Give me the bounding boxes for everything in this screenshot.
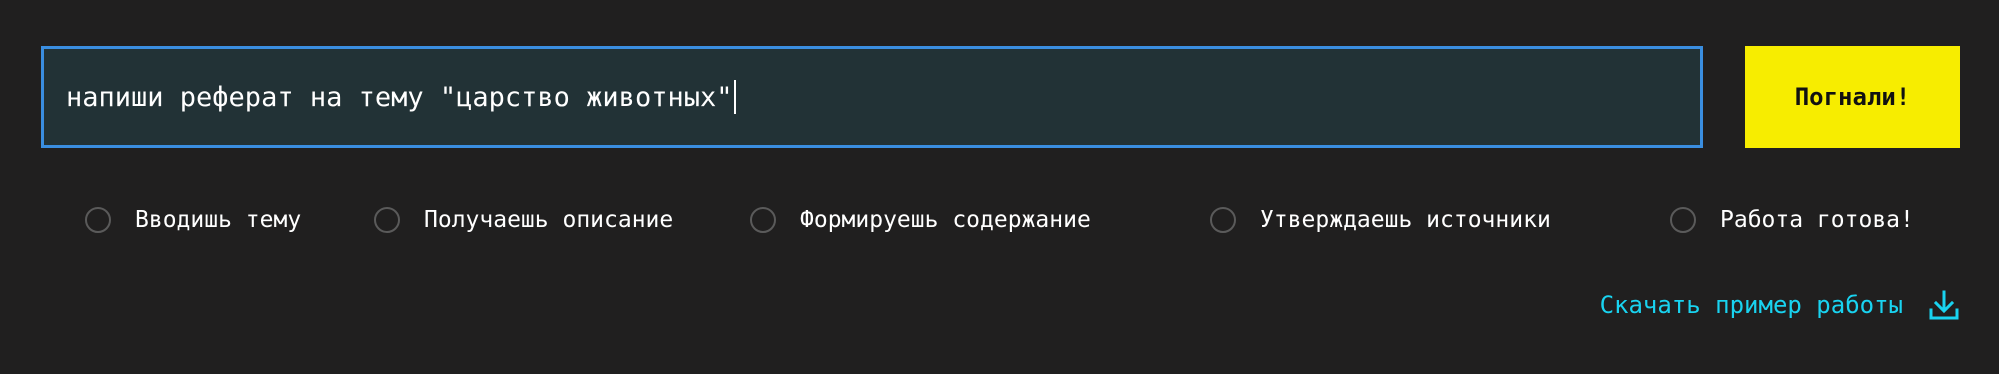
step-radio[interactable] xyxy=(1210,207,1236,233)
step-radio[interactable] xyxy=(85,207,111,233)
step-label: Утверждаешь источники xyxy=(1260,207,1551,233)
step-label: Получаешь описание xyxy=(424,207,674,233)
step-label: Работа готова! xyxy=(1720,207,1914,233)
download-sample-label: Скачать пример работы xyxy=(1599,291,1903,319)
step-radio[interactable] xyxy=(1670,207,1696,233)
step-build-contents[interactable]: Формируешь содержание xyxy=(750,205,1091,235)
step-radio[interactable] xyxy=(374,207,400,233)
step-get-description[interactable]: Получаешь описание xyxy=(374,205,673,235)
step-work-ready[interactable]: Работа готова! xyxy=(1670,205,1914,235)
text-caret xyxy=(734,80,737,114)
step-label: Вводишь тему xyxy=(135,207,302,233)
download-icon xyxy=(1927,288,1961,322)
topic-input-value: напиши реферат на тему "царство животных… xyxy=(66,81,733,113)
step-label: Формируешь содержание xyxy=(800,207,1091,233)
step-approve-sources[interactable]: Утверждаешь источники xyxy=(1210,205,1551,235)
go-button[interactable]: Погнали! xyxy=(1745,46,1960,148)
topic-input-field[interactable]: напиши реферат на тему "царство животных… xyxy=(41,46,1703,148)
download-sample-link[interactable]: Скачать пример работы xyxy=(1600,288,1961,322)
step-radio[interactable] xyxy=(750,207,776,233)
step-enter-topic[interactable]: Вводишь тему xyxy=(85,205,301,235)
